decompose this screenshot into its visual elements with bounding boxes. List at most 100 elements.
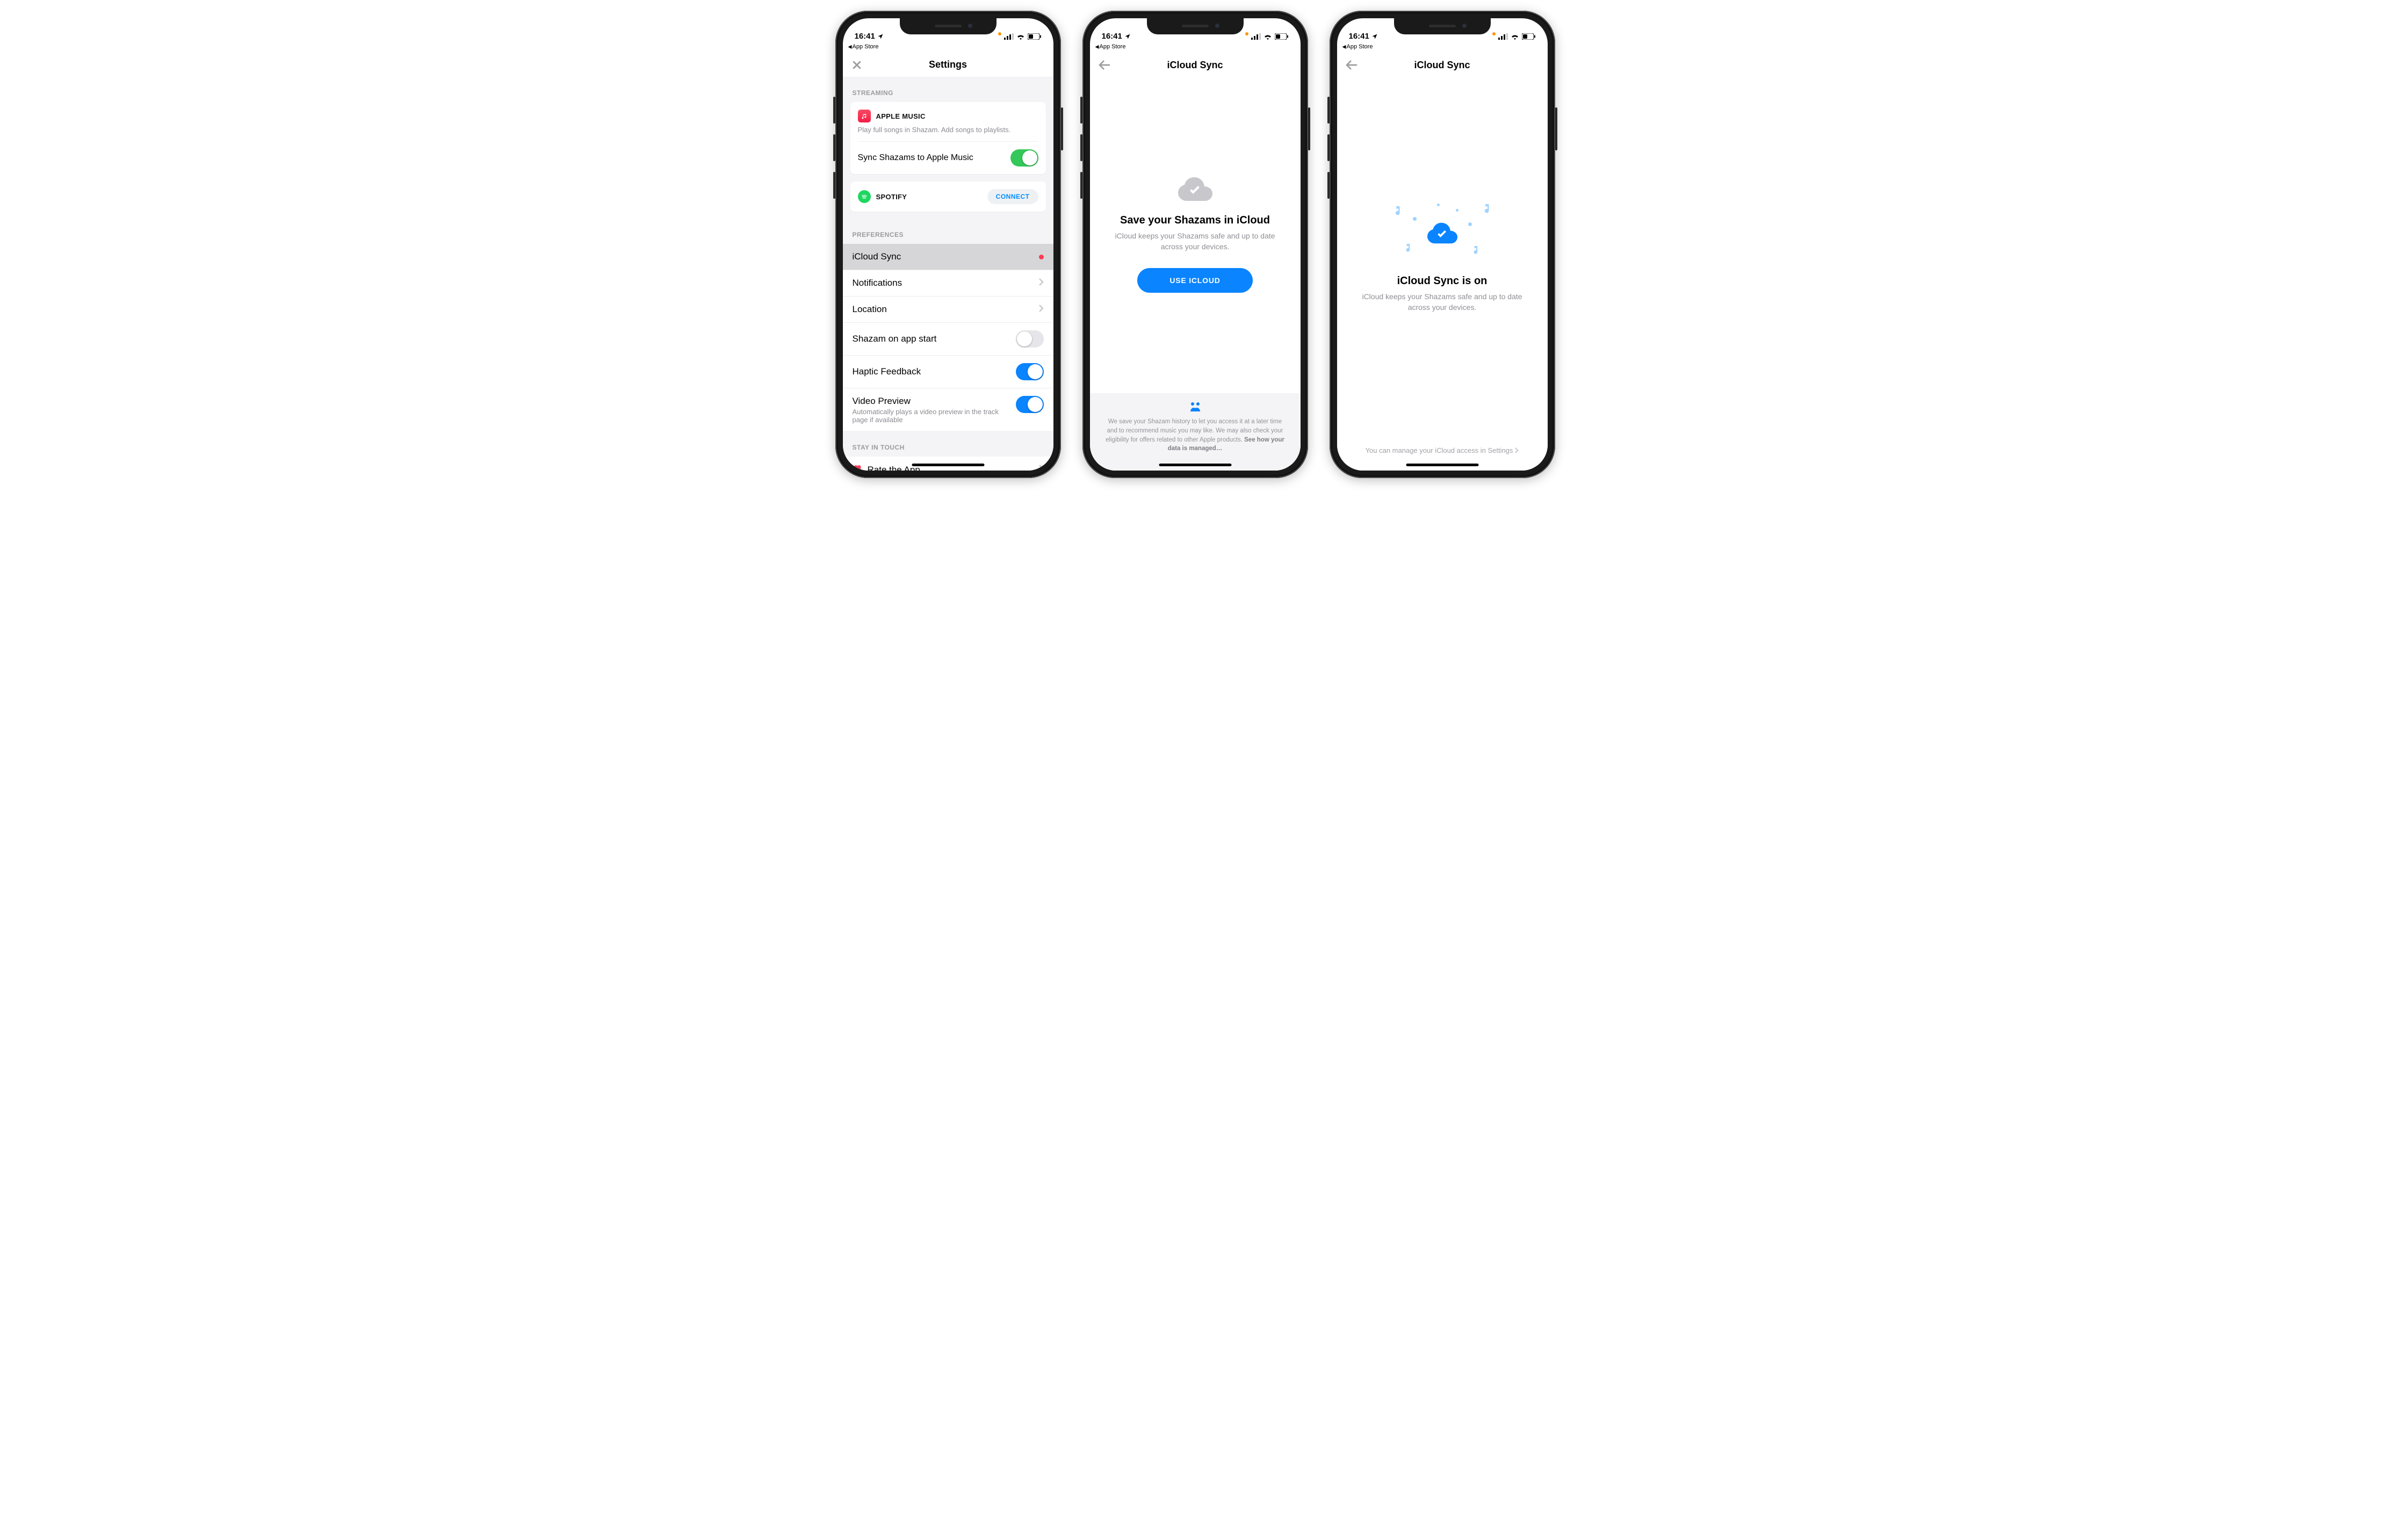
- hero-subtitle: iCloud keeps your Shazams safe and up to…: [1106, 231, 1284, 252]
- breadcrumb-caret-icon: ◂: [1342, 42, 1346, 51]
- icloud-on-content: iCloud Sync is on iCloud keeps your Shaz…: [1337, 77, 1548, 471]
- icloud-hero: Save your Shazams in iCloud iCloud keeps…: [1090, 77, 1301, 393]
- screen-settings: 16:41 ◂ App Store: [843, 18, 1053, 471]
- phone-frame-2: 16:41 ◂ App Store iCloud Sync: [1082, 11, 1308, 478]
- apple-music-card: APPLE MUSIC Play full songs in Shazam. A…: [850, 102, 1046, 174]
- notch: [1394, 18, 1491, 34]
- icloud-prompt-content: Save your Shazams in iCloud iCloud keeps…: [1090, 77, 1301, 471]
- notch: [900, 18, 997, 34]
- spark-icon: [1468, 222, 1472, 226]
- page-title: Settings: [929, 59, 967, 70]
- shazam-on-start-switch[interactable]: [1016, 330, 1044, 348]
- section-preferences: PREFERENCES: [843, 219, 1053, 244]
- chevron-right-icon: [1515, 447, 1519, 453]
- cloud-check-icon: [1427, 222, 1457, 244]
- spotify-icon: [858, 190, 871, 203]
- music-note-icon: [1483, 204, 1492, 215]
- haptic-switch[interactable]: [1016, 363, 1044, 380]
- spark-icon: [1437, 204, 1440, 206]
- navbar: Settings: [843, 53, 1053, 77]
- pref-shazam-on-start: Shazam on app start: [843, 323, 1053, 356]
- page-title: iCloud Sync: [1414, 60, 1470, 71]
- sync-shazams-switch[interactable]: [1010, 149, 1038, 167]
- wifi-icon: [1016, 33, 1025, 40]
- music-note-icon: [1405, 244, 1412, 254]
- apple-music-icon: [858, 110, 871, 122]
- hero-title: iCloud Sync is on: [1397, 275, 1488, 287]
- music-note-icon: [1394, 206, 1403, 217]
- hero-title: Save your Shazams in iCloud: [1120, 214, 1270, 227]
- status-time: 16:41: [1102, 32, 1122, 41]
- location-arrow-icon: [1124, 33, 1131, 40]
- spark-icon: [1413, 217, 1417, 221]
- recording-indicator-icon: [1245, 32, 1248, 35]
- back-to-app-breadcrumb[interactable]: ◂ App Store: [1337, 42, 1548, 53]
- spotify-card: SPOTIFY CONNECT: [850, 182, 1046, 212]
- home-indicator[interactable]: [1159, 464, 1231, 466]
- navbar: iCloud Sync: [1090, 53, 1301, 77]
- battery-icon: [1275, 33, 1289, 40]
- status-time: 16:41: [1349, 32, 1369, 41]
- privacy-footer: We save your Shazam history to let you a…: [1090, 393, 1301, 471]
- apple-music-subtitle: Play full songs in Shazam. Add songs to …: [858, 122, 1038, 141]
- back-arrow-icon: [1346, 60, 1358, 70]
- close-icon: [851, 60, 862, 70]
- phone-frame-3: 16:41 ◂ App Store iCloud Sync: [1330, 11, 1555, 478]
- cellular-icon: [1498, 33, 1508, 40]
- handshake-icon: [1188, 402, 1202, 411]
- battery-icon: [1522, 33, 1536, 40]
- screen-icloud-prompt: 16:41 ◂ App Store iCloud Sync: [1090, 18, 1301, 471]
- breadcrumb-label: App Store: [853, 44, 879, 50]
- cloud-check-icon: [1178, 177, 1212, 204]
- section-stay-in-touch: STAY IN TOUCH: [843, 432, 1053, 457]
- navbar: iCloud Sync: [1337, 53, 1548, 77]
- pref-notifications[interactable]: Notifications: [843, 270, 1053, 297]
- apple-music-label: APPLE MUSIC: [876, 112, 926, 120]
- icloud-on-hero: iCloud Sync is on iCloud keeps your Shaz…: [1337, 77, 1548, 437]
- spotify-label: SPOTIFY: [876, 193, 907, 201]
- settings-content: STREAMING APPLE MUSIC Play full songs in…: [843, 77, 1053, 471]
- recording-indicator-icon: [998, 32, 1001, 35]
- attention-dot-icon: [1039, 255, 1044, 259]
- wifi-icon: [1263, 33, 1272, 40]
- chevron-right-icon: [1039, 278, 1044, 288]
- phone-frame-1: 16:41 ◂ App Store: [835, 11, 1061, 478]
- chevron-right-icon: [1039, 305, 1044, 315]
- close-button[interactable]: [851, 60, 862, 70]
- pref-location[interactable]: Location: [843, 297, 1053, 323]
- home-indicator[interactable]: [912, 464, 984, 466]
- home-indicator[interactable]: [1406, 464, 1478, 466]
- video-preview-switch[interactable]: [1016, 396, 1044, 413]
- preferences-list: iCloud Sync Notifications Location: [843, 244, 1053, 432]
- use-icloud-button[interactable]: USE ICLOUD: [1137, 268, 1252, 293]
- back-button[interactable]: [1099, 60, 1110, 70]
- breadcrumb-label: App Store: [1347, 44, 1373, 50]
- battery-icon: [1028, 33, 1042, 40]
- back-to-app-breadcrumb[interactable]: ◂ App Store: [843, 42, 1053, 53]
- cellular-icon: [1251, 33, 1261, 40]
- heart-icon: [853, 464, 862, 471]
- status-time: 16:41: [855, 32, 875, 41]
- cloud-confetti-illustration: [1389, 201, 1496, 265]
- pref-video-preview: Video Preview Automatically plays a vide…: [843, 388, 1053, 432]
- hero-subtitle: iCloud keeps your Shazams safe and up to…: [1353, 292, 1532, 313]
- spotify-connect-button[interactable]: CONNECT: [987, 189, 1038, 204]
- spark-icon: [1456, 209, 1458, 212]
- screen-icloud-on: 16:41 ◂ App Store iCloud Sync: [1337, 18, 1548, 471]
- back-arrow-icon: [1099, 60, 1110, 70]
- page-title: iCloud Sync: [1167, 60, 1223, 71]
- cellular-icon: [1004, 33, 1014, 40]
- sync-shazams-label: Sync Shazams to Apple Music: [858, 153, 973, 163]
- section-streaming: STREAMING: [843, 77, 1053, 102]
- breadcrumb-label: App Store: [1100, 44, 1126, 50]
- location-arrow-icon: [1371, 33, 1378, 40]
- back-button[interactable]: [1346, 60, 1358, 70]
- recording-indicator-icon: [1492, 32, 1496, 35]
- breadcrumb-caret-icon: ◂: [848, 42, 852, 51]
- pref-icloud-sync[interactable]: iCloud Sync: [843, 244, 1053, 270]
- wifi-icon: [1511, 33, 1519, 40]
- notch: [1147, 18, 1244, 34]
- pref-haptic: Haptic Feedback: [843, 356, 1053, 388]
- location-arrow-icon: [877, 33, 884, 40]
- back-to-app-breadcrumb[interactable]: ◂ App Store: [1090, 42, 1301, 53]
